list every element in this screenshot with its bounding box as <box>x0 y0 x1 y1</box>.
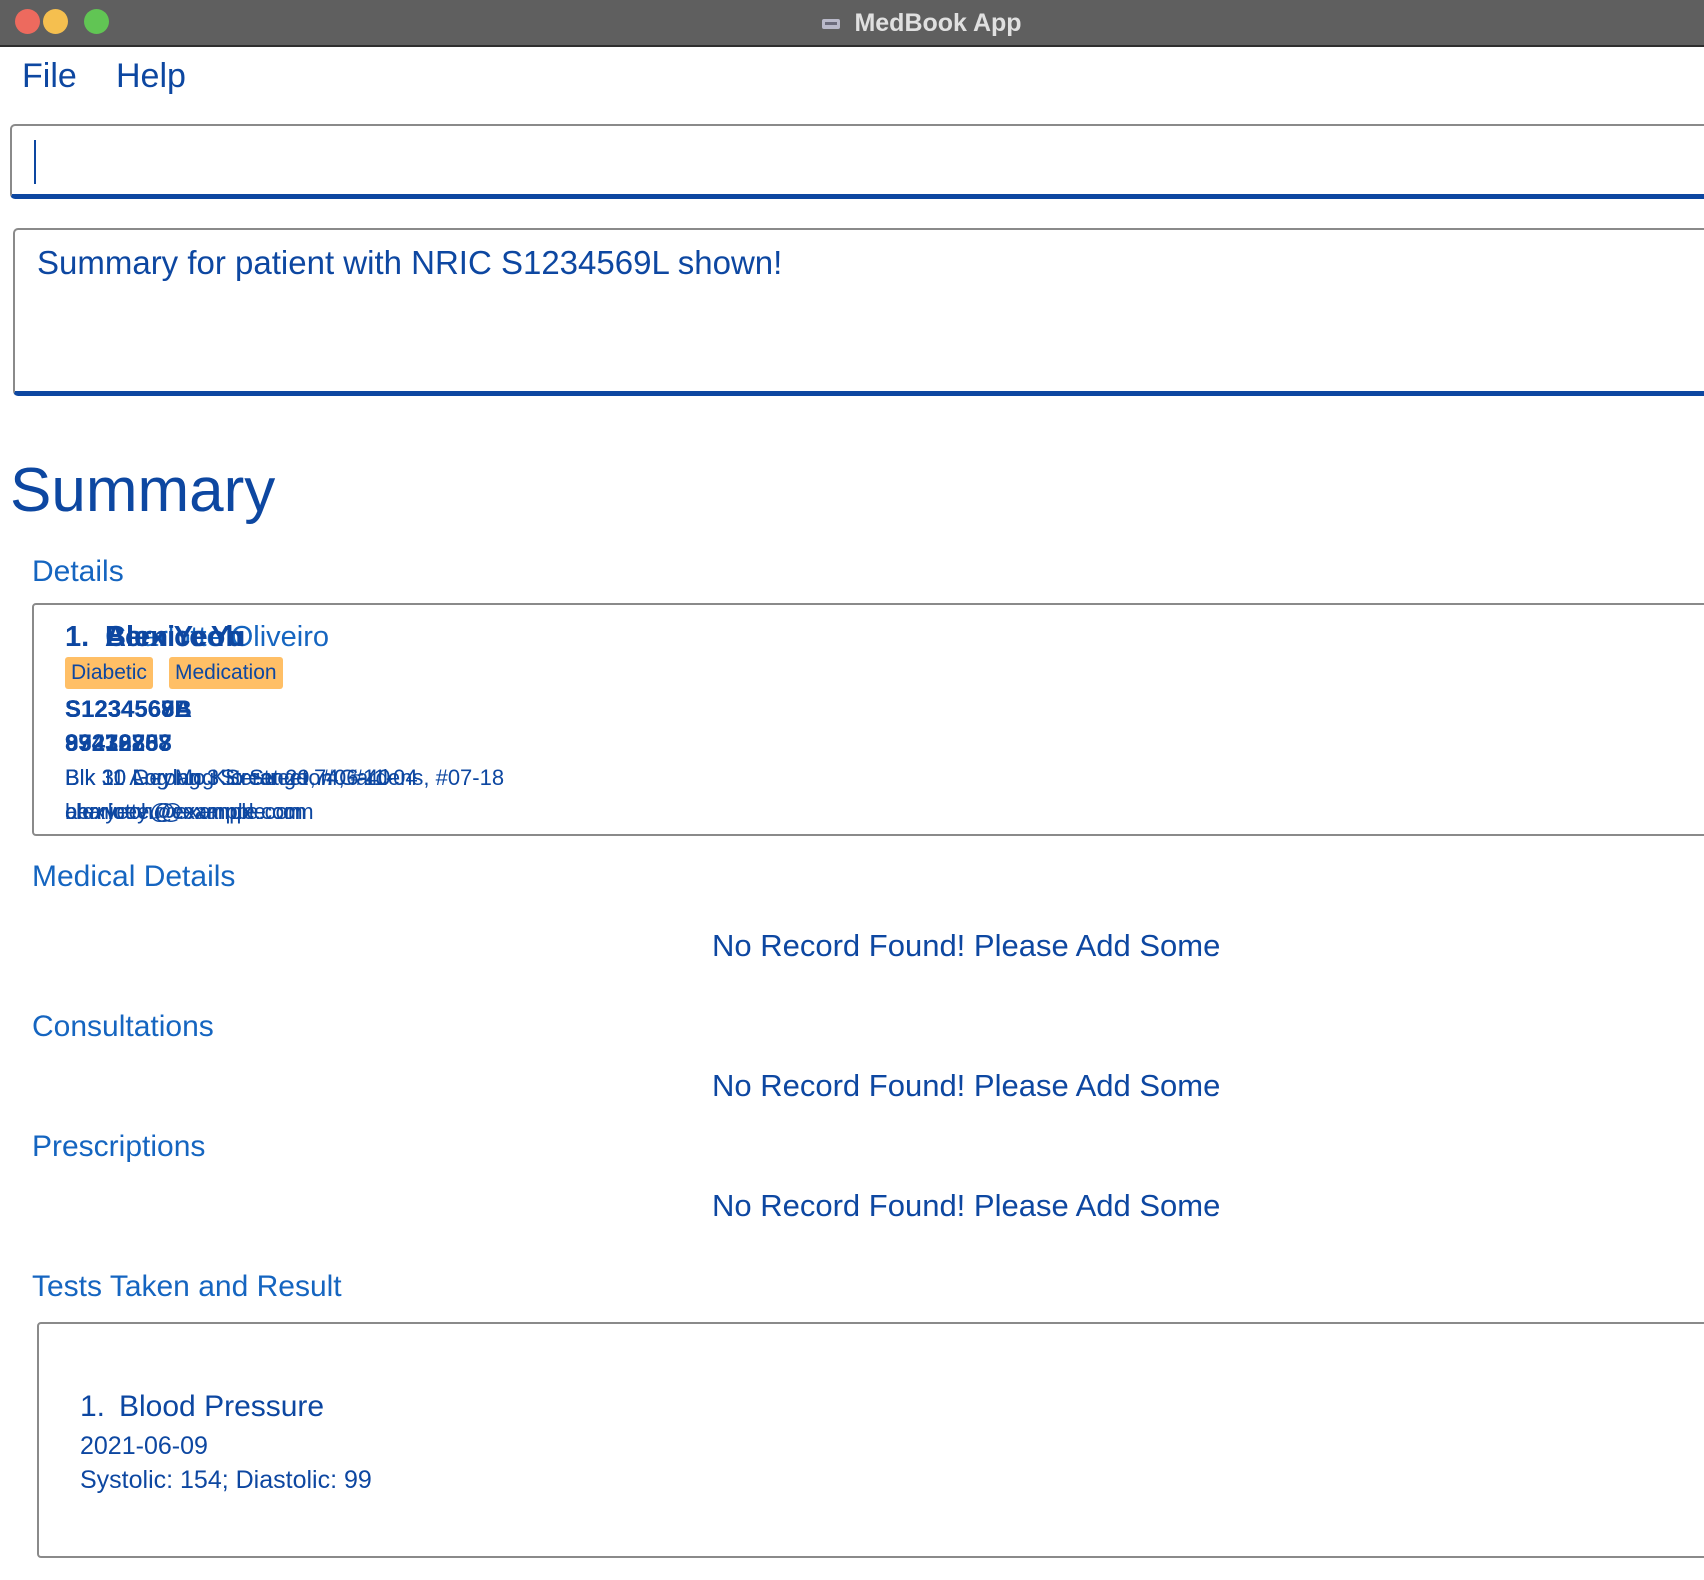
window-title: MedBook App <box>854 9 1022 37</box>
section-prescriptions-label: Prescriptions <box>32 1130 206 1163</box>
test-name: Blood Pressure <box>119 1390 325 1423</box>
command-input[interactable] <box>26 136 1704 190</box>
test-result-value: Systolic: 154; Diastolic: 99 <box>80 1466 372 1494</box>
tag-badge: Diabetic <box>65 657 153 689</box>
patient-nric: S1234569L <box>65 696 190 723</box>
patient-index: 1. <box>65 621 90 653</box>
test-index: 1. <box>80 1390 106 1423</box>
section-tests-label: Tests Taken and Result <box>32 1270 342 1303</box>
patient-details-card[interactable]: 1. Charlotte Oliveiro Alex Yeoh Bernice … <box>32 603 1704 836</box>
consultations-empty-message: No Record Found! Please Add Some <box>712 1068 1221 1103</box>
summary-title: Summary <box>10 456 276 525</box>
window-title-container: MedBook App <box>0 0 1704 47</box>
section-consultations-label: Consultations <box>32 1010 214 1043</box>
tag-badge: Medication <box>169 657 283 689</box>
test-date: 2021-06-09 <box>80 1432 208 1460</box>
section-medical-details-label: Medical Details <box>32 860 236 893</box>
menu-help[interactable]: Help <box>116 57 186 96</box>
command-box <box>10 124 1704 199</box>
patient-address: Blk 11 Ang Mo Kio Street 74, #11-04 <box>65 765 418 790</box>
medical-details-empty-message: No Record Found! Please Add Some <box>712 928 1221 963</box>
result-display[interactable]: Summary for patient with NRIC S1234569L … <box>13 228 1704 396</box>
menu-bar: File Help <box>0 47 1704 115</box>
patient-phone: 93210283 <box>65 730 172 757</box>
text-caret <box>34 140 36 184</box>
result-message: Summary for patient with NRIC S1234569L … <box>37 244 783 281</box>
menu-file[interactable]: File <box>22 57 77 96</box>
patient-name: Bernice Yu <box>105 621 245 653</box>
window-titlebar: MedBook App <box>0 0 1704 47</box>
app-icon <box>822 18 841 29</box>
prescriptions-empty-message: No Record Found! Please Add Some <box>712 1188 1221 1223</box>
test-result-card[interactable]: 1. Blood Pressure 2021-06-09 Systolic: 1… <box>37 1322 1704 1558</box>
patient-email: charlotte@example.com <box>65 799 303 824</box>
section-details-label: Details <box>32 555 124 588</box>
